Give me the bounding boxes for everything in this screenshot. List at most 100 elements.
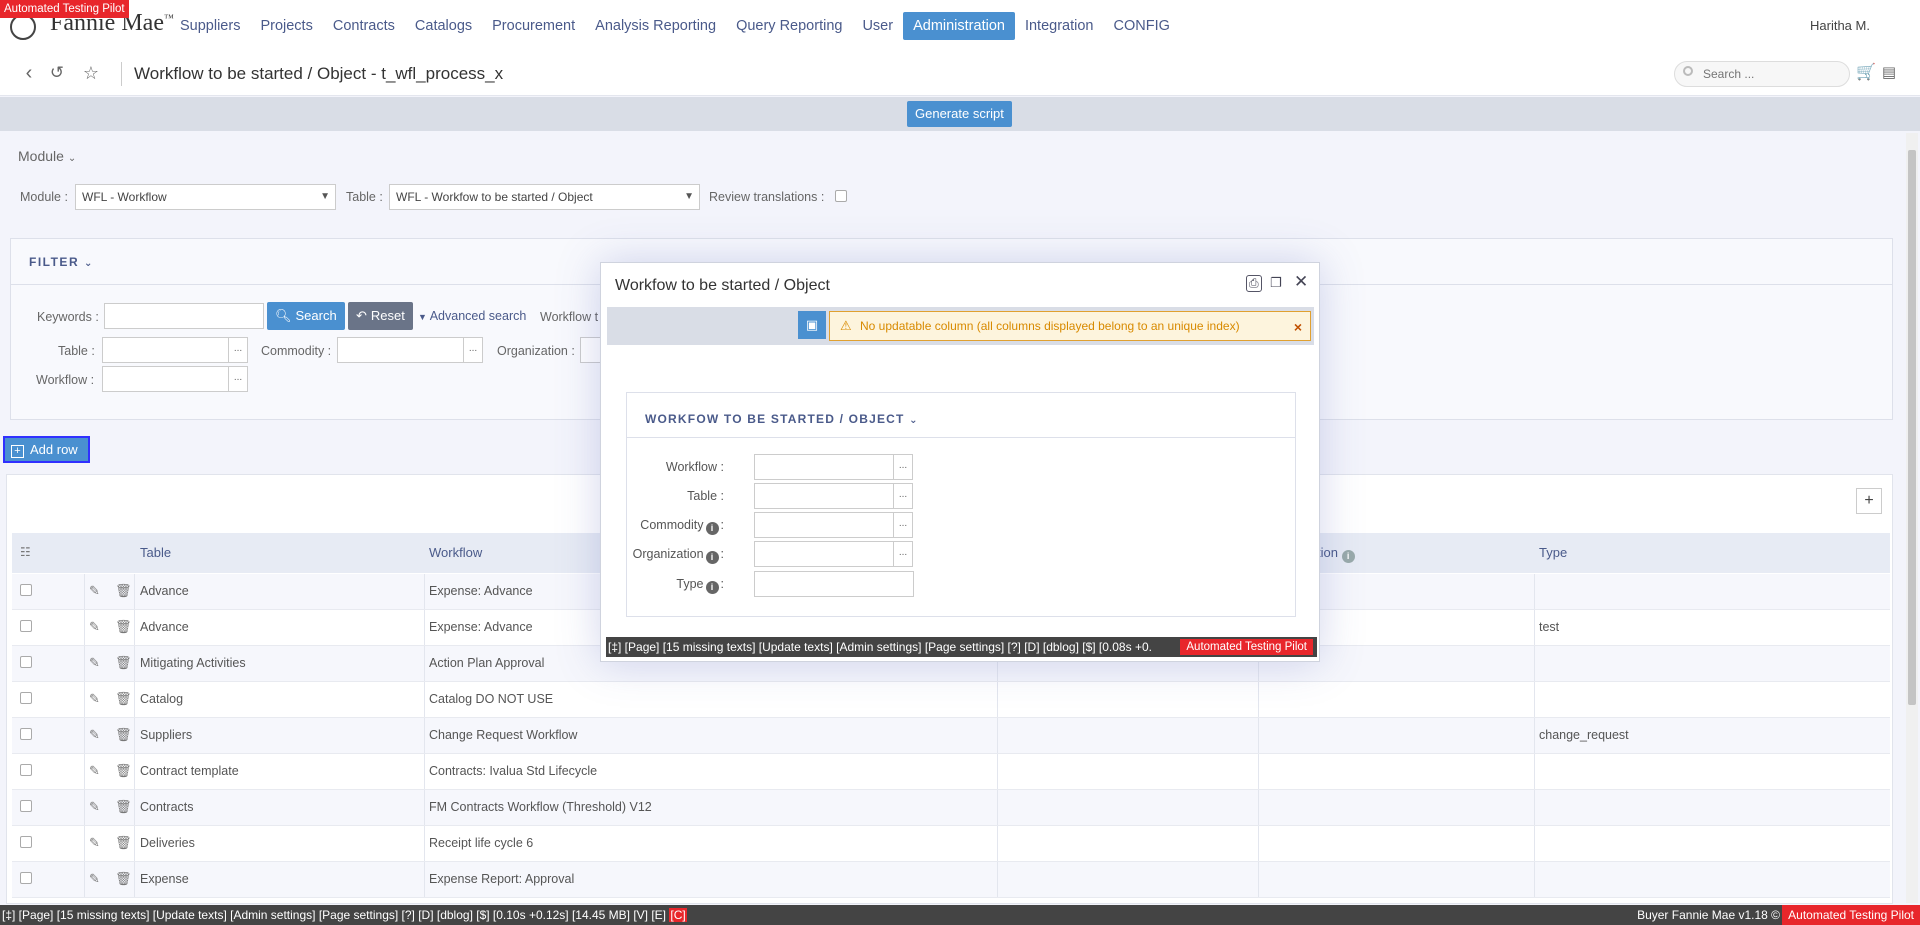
nav-user[interactable]: User — [852, 12, 903, 40]
column-divider — [1534, 682, 1535, 717]
nav-administration[interactable]: Administration — [903, 12, 1015, 40]
row-checkbox[interactable] — [20, 692, 32, 704]
search-button-label: Search — [295, 308, 337, 323]
table-row[interactable]: ✎ 🗑︎ Suppliers Change Request Workflow chang… — [12, 718, 1890, 754]
column-divider — [424, 574, 425, 609]
column-chooser-icon[interactable]: ☷ — [20, 545, 31, 559]
nav-config[interactable]: CONFIG — [1103, 12, 1179, 40]
table-select[interactable]: WFL - Workfow to be started / Object ▼ — [389, 184, 700, 210]
delete-trash-icon[interactable]: 🗑︎ — [115, 619, 132, 635]
nav-analysis-reporting[interactable]: Analysis Reporting — [585, 12, 726, 40]
table-row[interactable]: ✎ 🗑︎ Contract template Contracts: Ivalua St… — [12, 754, 1890, 790]
edit-pencil-icon[interactable]: ✎ — [89, 871, 100, 887]
commodity-field-picker[interactable]: ... — [893, 512, 913, 538]
workflow-filter-picker[interactable]: ... — [228, 366, 248, 392]
nav-query-reporting[interactable]: Query Reporting — [726, 12, 852, 40]
delete-trash-icon[interactable]: 🗑︎ — [115, 655, 132, 671]
row-checkbox[interactable] — [20, 836, 32, 848]
row-checkbox[interactable] — [20, 620, 32, 632]
debug-links[interactable]: [‡] [Page] [15 missing texts] [Update te… — [2, 908, 669, 922]
delete-trash-icon[interactable]: 🗑︎ — [115, 871, 132, 887]
commodity-field-input[interactable] — [754, 512, 894, 538]
edit-pencil-icon[interactable]: ✎ — [89, 655, 100, 671]
column-header-organization[interactable]: tion i — [1317, 545, 1355, 563]
modal-section-header[interactable]: WORKFOW TO BE STARTED / OBJECT ⌄ — [627, 393, 1295, 438]
delete-trash-icon[interactable]: 🗑︎ — [115, 691, 132, 707]
delete-trash-icon[interactable]: 🗑︎ — [115, 583, 132, 599]
table-row[interactable]: ✎ 🗑︎ Deliveries Receipt life cycle 6 — [12, 826, 1890, 862]
delete-trash-icon[interactable]: 🗑︎ — [115, 835, 132, 851]
nav-contracts[interactable]: Contracts — [323, 12, 405, 40]
column-header-table[interactable]: Table — [140, 545, 171, 560]
history-icon[interactable]: ↺ — [46, 62, 68, 84]
review-translations-checkbox[interactable] — [835, 190, 847, 202]
edit-pencil-icon[interactable]: ✎ — [89, 619, 100, 635]
cell-workflow: Change Request Workflow — [429, 728, 578, 742]
workflow-truncated-label: Workflow t — [540, 310, 599, 324]
print-icon[interactable]: ⎙ — [1246, 275, 1262, 292]
advanced-search-link[interactable]: ▼ Advanced search — [418, 309, 526, 323]
search-button[interactable]: 🔍︎ Search — [267, 302, 345, 330]
row-checkbox[interactable] — [20, 728, 32, 740]
debug-c-link[interactable]: [C] — [669, 908, 687, 922]
row-checkbox[interactable] — [20, 656, 32, 668]
edit-pencil-icon[interactable]: ✎ — [89, 799, 100, 815]
table-filter-picker[interactable]: ... — [228, 337, 248, 363]
nav-procurement[interactable]: Procurement — [482, 12, 585, 40]
table-row[interactable]: ✎ 🗑︎ Contracts FM Contracts Workflow (Thres… — [12, 790, 1890, 826]
add-row-button[interactable]: + Add row — [3, 436, 90, 463]
module-section-toggle[interactable]: Module ⌄ — [18, 148, 76, 164]
edit-pencil-icon[interactable]: ✎ — [89, 835, 100, 851]
nav-integration[interactable]: Integration — [1015, 12, 1104, 40]
table-filter-input[interactable] — [102, 337, 229, 363]
nav-suppliers[interactable]: Suppliers — [170, 12, 250, 40]
organization-field-picker[interactable]: ... — [893, 541, 913, 567]
commodity-filter-picker[interactable]: ... — [463, 337, 483, 363]
edit-pencil-icon[interactable]: ✎ — [89, 727, 100, 743]
keywords-input[interactable] — [104, 303, 264, 329]
row-checkbox[interactable] — [20, 872, 32, 884]
column-header-workflow[interactable]: Workflow — [429, 545, 482, 560]
row-checkbox[interactable] — [20, 764, 32, 776]
delete-trash-icon[interactable]: 🗑︎ — [115, 799, 132, 815]
workflow-field-input[interactable] — [754, 454, 894, 480]
favorite-star-icon[interactable]: ☆ — [80, 62, 102, 84]
close-icon[interactable]: ✕ — [1294, 272, 1308, 292]
global-search-input[interactable] — [1674, 61, 1850, 87]
back-icon[interactable]: ‹ — [18, 62, 40, 84]
row-checkbox[interactable] — [20, 584, 32, 596]
nav-projects[interactable]: Projects — [250, 12, 322, 40]
scrollbar-thumb[interactable] — [1908, 150, 1916, 705]
modal-debug-links[interactable]: [‡] [Page] [15 missing texts] [Update te… — [608, 640, 1152, 654]
organization-filter-input[interactable] — [580, 337, 602, 363]
table-row[interactable]: ✎ 🗑︎ Catalog Catalog DO NOT USE — [12, 682, 1890, 718]
maximize-icon[interactable]: ❐ — [1270, 275, 1282, 291]
reset-button[interactable]: ↶ Reset — [348, 302, 413, 330]
cart-search-icon[interactable]: ▤ — [1878, 62, 1900, 84]
save-icon[interactable]: ▣ — [798, 311, 826, 339]
table-field-picker[interactable]: ... — [893, 483, 913, 509]
column-divider — [134, 646, 135, 681]
table-field-input[interactable] — [754, 483, 894, 509]
table-row[interactable]: ✎ 🗑︎ Expense Expense Report: Approval — [12, 862, 1890, 898]
delete-trash-icon[interactable]: 🗑︎ — [115, 763, 132, 779]
type-field-input[interactable] — [754, 571, 914, 597]
grid-add-column-button[interactable]: + — [1856, 488, 1882, 514]
module-select[interactable]: WFL - Workflow ▼ — [75, 184, 336, 210]
cart-icon[interactable]: 🛒 — [1855, 62, 1877, 84]
edit-pencil-icon[interactable]: ✎ — [89, 583, 100, 599]
column-header-type[interactable]: Type — [1539, 545, 1567, 560]
row-checkbox[interactable] — [20, 800, 32, 812]
column-divider — [1534, 862, 1535, 897]
user-menu[interactable]: Haritha M. — [1810, 18, 1870, 33]
organization-field-input[interactable] — [754, 541, 894, 567]
workflow-field-picker[interactable]: ... — [893, 454, 913, 480]
commodity-filter-input[interactable] — [337, 337, 464, 363]
nav-catalogs[interactable]: Catalogs — [405, 12, 482, 40]
edit-pencil-icon[interactable]: ✎ — [89, 691, 100, 707]
edit-pencil-icon[interactable]: ✎ — [89, 763, 100, 779]
dismiss-warning-icon[interactable]: × — [1294, 313, 1302, 341]
delete-trash-icon[interactable]: 🗑︎ — [115, 727, 132, 743]
generate-script-button[interactable]: Generate script — [907, 101, 1012, 127]
workflow-filter-input[interactable] — [102, 366, 229, 392]
